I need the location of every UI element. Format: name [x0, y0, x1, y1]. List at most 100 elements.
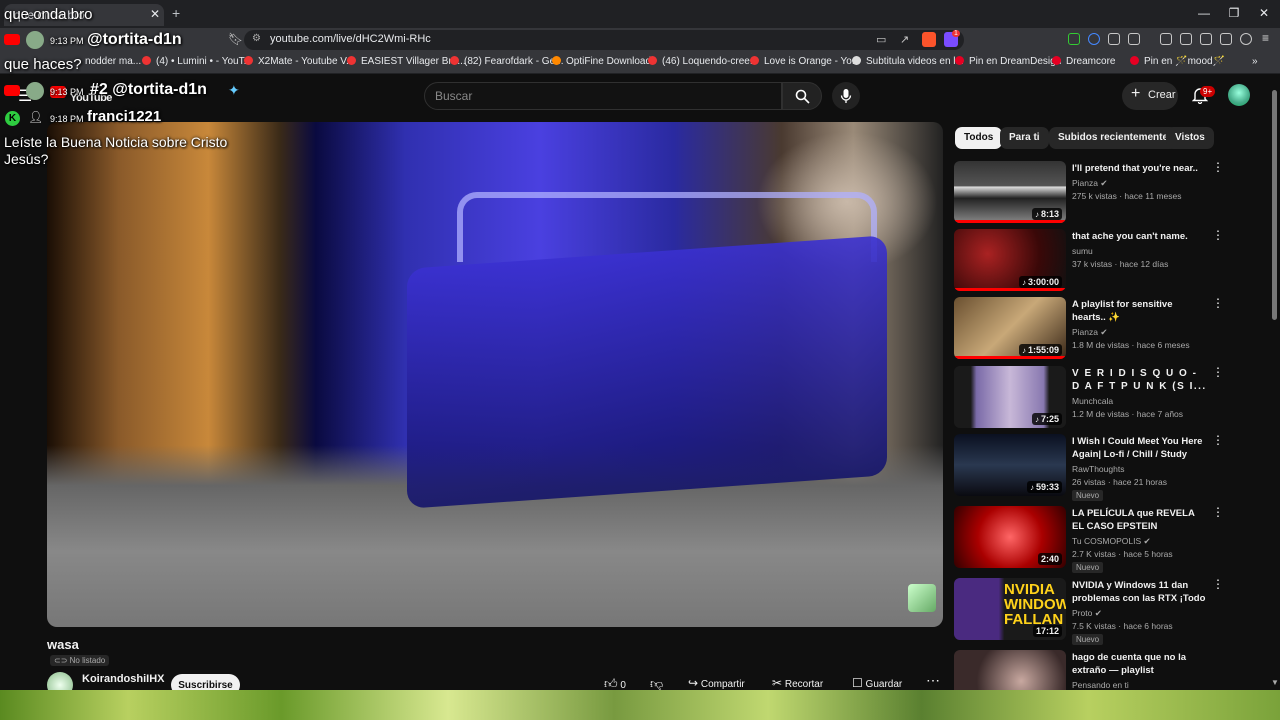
recommended-video-channel[interactable]: sumu — [1072, 246, 1093, 256]
microphone-icon — [840, 89, 852, 103]
more-actions-icon[interactable]: ⋯ — [926, 672, 940, 689]
more-options-icon[interactable]: ⋮ — [1212, 161, 1224, 173]
more-options-icon[interactable]: ⋮ — [1212, 229, 1224, 241]
recommended-video-channel[interactable]: Proto ✔ — [1072, 608, 1102, 619]
kick-logo-icon: K — [5, 111, 20, 126]
menu-icon[interactable]: ≡ — [1262, 31, 1269, 45]
more-options-icon[interactable]: ⋮ — [1212, 506, 1224, 518]
video-thumbnail[interactable] — [954, 650, 1066, 690]
vpn-icon[interactable] — [1240, 33, 1252, 45]
recommended-video-channel[interactable]: Pianza ✔ — [1072, 327, 1108, 338]
scroll-down-icon[interactable]: ▼ — [1271, 678, 1279, 687]
recommended-video[interactable]: NVIDIAWINDOWSFALLAN 17:12 NVIDIA y Windo… — [954, 578, 1224, 645]
bookmark-item[interactable]: Love is Orange - Yo... — [750, 56, 860, 67]
clip-button[interactable]: ✂ Recortar — [772, 676, 823, 690]
video-thumbnail[interactable]: NVIDIAWINDOWSFALLAN 17:12 — [954, 578, 1066, 640]
plus-icon: + — [1131, 85, 1141, 102]
bookmark-item[interactable]: EASIEST Villager Bre... — [347, 56, 466, 67]
more-options-icon[interactable]: ⋮ — [1212, 578, 1224, 590]
recommended-video-channel[interactable]: RawThoughts — [1072, 464, 1124, 474]
bookmark-item[interactable]: (82) Fearofdark - Ge... — [450, 56, 563, 67]
channel-name[interactable]: KoirandoshiIHX — [82, 673, 165, 685]
video-thumbnail[interactable]: ♪ 7:25 — [954, 366, 1066, 428]
more-options-icon[interactable]: ⋮ — [1212, 434, 1224, 446]
url-text[interactable]: youtube.com/live/dHC2Wmi-RHc — [270, 33, 431, 45]
duration-badge: 2:40 — [1037, 553, 1062, 565]
recommended-video[interactable]: ♪ 8:13 I'll pretend that you're near.. Pi… — [954, 161, 1224, 225]
create-button[interactable]: + Crear — [1122, 82, 1178, 110]
account-avatar[interactable] — [1228, 84, 1250, 106]
more-options-icon[interactable]: ⋮ — [1212, 366, 1224, 378]
channel-watermark[interactable] — [908, 584, 936, 612]
bookmark-icon[interactable]: 🔖︎ — [228, 32, 243, 46]
chip-subidos-recientemente[interactable]: Subidos recientemente — [1049, 127, 1178, 149]
ai-icon[interactable] — [1220, 33, 1232, 45]
recommended-video[interactable]: ♪ 1:55:09 A playlist for sensitive hearts… — [954, 297, 1224, 361]
search-placeholder: Buscar — [435, 89, 473, 103]
new-tab-icon[interactable]: + — [172, 5, 180, 21]
extension-icon[interactable] — [1068, 33, 1080, 45]
chip-para-ti[interactable]: Para ti — [1000, 127, 1049, 149]
video-thumbnail[interactable]: ♪ 1:55:09 — [954, 297, 1066, 359]
video-thumbnail[interactable]: ♪ 59:33 — [954, 434, 1066, 496]
recommended-video-title[interactable]: V E R I D I S Q U O - D A F T P U N K (S… — [1072, 367, 1208, 393]
video-thumbnail[interactable]: ♪ 3:00:00 — [954, 229, 1066, 291]
bookmark-item[interactable]: Dreamcore — [1052, 56, 1115, 67]
audio-extension-icon[interactable] — [1088, 33, 1100, 45]
bookmark-item[interactable]: nodder ma... — [85, 56, 141, 67]
recommended-video-title[interactable]: NVIDIA y Windows 11 dan problemas con la… — [1072, 579, 1208, 607]
more-options-icon[interactable]: ⋮ — [1212, 297, 1224, 309]
recommended-video-title[interactable]: that ache you can't name. — [1072, 230, 1208, 243]
minimize-icon[interactable]: — — [1194, 6, 1214, 20]
search-input[interactable]: Buscar — [424, 82, 782, 110]
recommended-video[interactable]: 2:40 LA PELÍCULA que REVELA EL CASO EPST… — [954, 506, 1224, 573]
music-icon[interactable] — [1160, 33, 1172, 45]
recommended-video-title[interactable]: I'll pretend that you're near.. — [1072, 162, 1208, 175]
recommended-video-channel[interactable]: Pianza ✔ — [1072, 178, 1108, 189]
search-button[interactable] — [782, 82, 822, 110]
video-thumbnail[interactable]: ♪ 8:13 — [954, 161, 1066, 223]
bookmark-item[interactable]: Subtitula videos en l... — [852, 56, 964, 67]
recommended-video-channel[interactable]: Tu COSMOPOLIS ✔ — [1072, 536, 1151, 547]
duration-badge: ♪ 59:33 — [1026, 481, 1062, 493]
share-button[interactable]: ↪ Compartir — [688, 676, 745, 690]
recommended-video[interactable]: hago de cuenta que no la extraño — playl… — [954, 650, 1214, 690]
bookmark-item[interactable]: Pin en DreamDesign — [955, 56, 1061, 67]
bookmark-item[interactable]: OptiFine Download — [552, 56, 651, 67]
share-icon[interactable]: ↗ — [900, 33, 909, 46]
save-button[interactable]: ☐ Guardar — [852, 676, 902, 690]
bookmark-item[interactable]: X2Mate - Youtube V... — [244, 56, 354, 67]
recommended-video-title[interactable]: A playlist for sensitive hearts.. ✨ — [1072, 298, 1208, 324]
close-tab-icon[interactable]: ✕ — [150, 7, 160, 21]
media-icon[interactable] — [1128, 33, 1140, 45]
cast-icon[interactable]: ▭ — [876, 33, 886, 46]
bookmark-item[interactable]: Pin en 🪄mood🪄 — [1130, 56, 1225, 67]
chip-vistos[interactable]: Vistos — [1166, 127, 1214, 149]
window-close-icon[interactable]: ✕ — [1254, 6, 1274, 20]
recommended-video[interactable]: ♪ 3:00:00 that ache you can't name. sumu … — [954, 229, 1224, 293]
chip-todos[interactable]: Todos — [955, 127, 1003, 149]
recommended-video-channel[interactable]: Pensando en ti — [1072, 680, 1129, 690]
site-info-icon[interactable]: ⚙ — [252, 33, 261, 44]
restore-icon[interactable]: ❐ — [1224, 6, 1244, 20]
sidebar-icon[interactable] — [1180, 33, 1192, 45]
recommended-video-title[interactable]: hago de cuenta que no la extraño — playl… — [1072, 651, 1208, 677]
recommended-video[interactable]: ♪ 7:25 V E R I D I S Q U O - D A F T P U … — [954, 366, 1224, 430]
brave-shield-icon[interactable] — [922, 32, 936, 47]
sidebar-scrollbar[interactable] — [1272, 90, 1277, 320]
omnibox[interactable]: ⚙ youtube.com/live/dHC2Wmi-RHc ▭ ↗ 1 — [244, 30, 964, 50]
voice-search-button[interactable] — [832, 82, 860, 110]
video-player[interactable] — [47, 122, 943, 627]
puzzle-icon[interactable] — [1108, 33, 1120, 45]
youtube-logo-icon — [4, 34, 20, 45]
more-bookmarks-icon[interactable]: » — [1252, 56, 1258, 67]
wallet-icon[interactable] — [1200, 33, 1212, 45]
video-thumbnail[interactable]: 2:40 — [954, 506, 1066, 568]
bookmark-item[interactable]: (46) Loquendo-cree... — [648, 56, 758, 67]
recommended-video-title[interactable]: I Wish I Could Meet You Here Again| Lo-f… — [1072, 435, 1208, 463]
recommended-video-channel[interactable]: Munchcala — [1072, 396, 1113, 406]
recommended-video-title[interactable]: LA PELÍCULA que REVELA EL CASO EPSTEIN — [1072, 507, 1208, 533]
more-options-icon[interactable]: ⋮ — [1212, 650, 1214, 662]
bookmark-item[interactable]: (4) • Lumini • - YouT... — [142, 56, 252, 67]
recommended-video[interactable]: ♪ 59:33 I Wish I Could Meet You Here Agai… — [954, 434, 1224, 501]
